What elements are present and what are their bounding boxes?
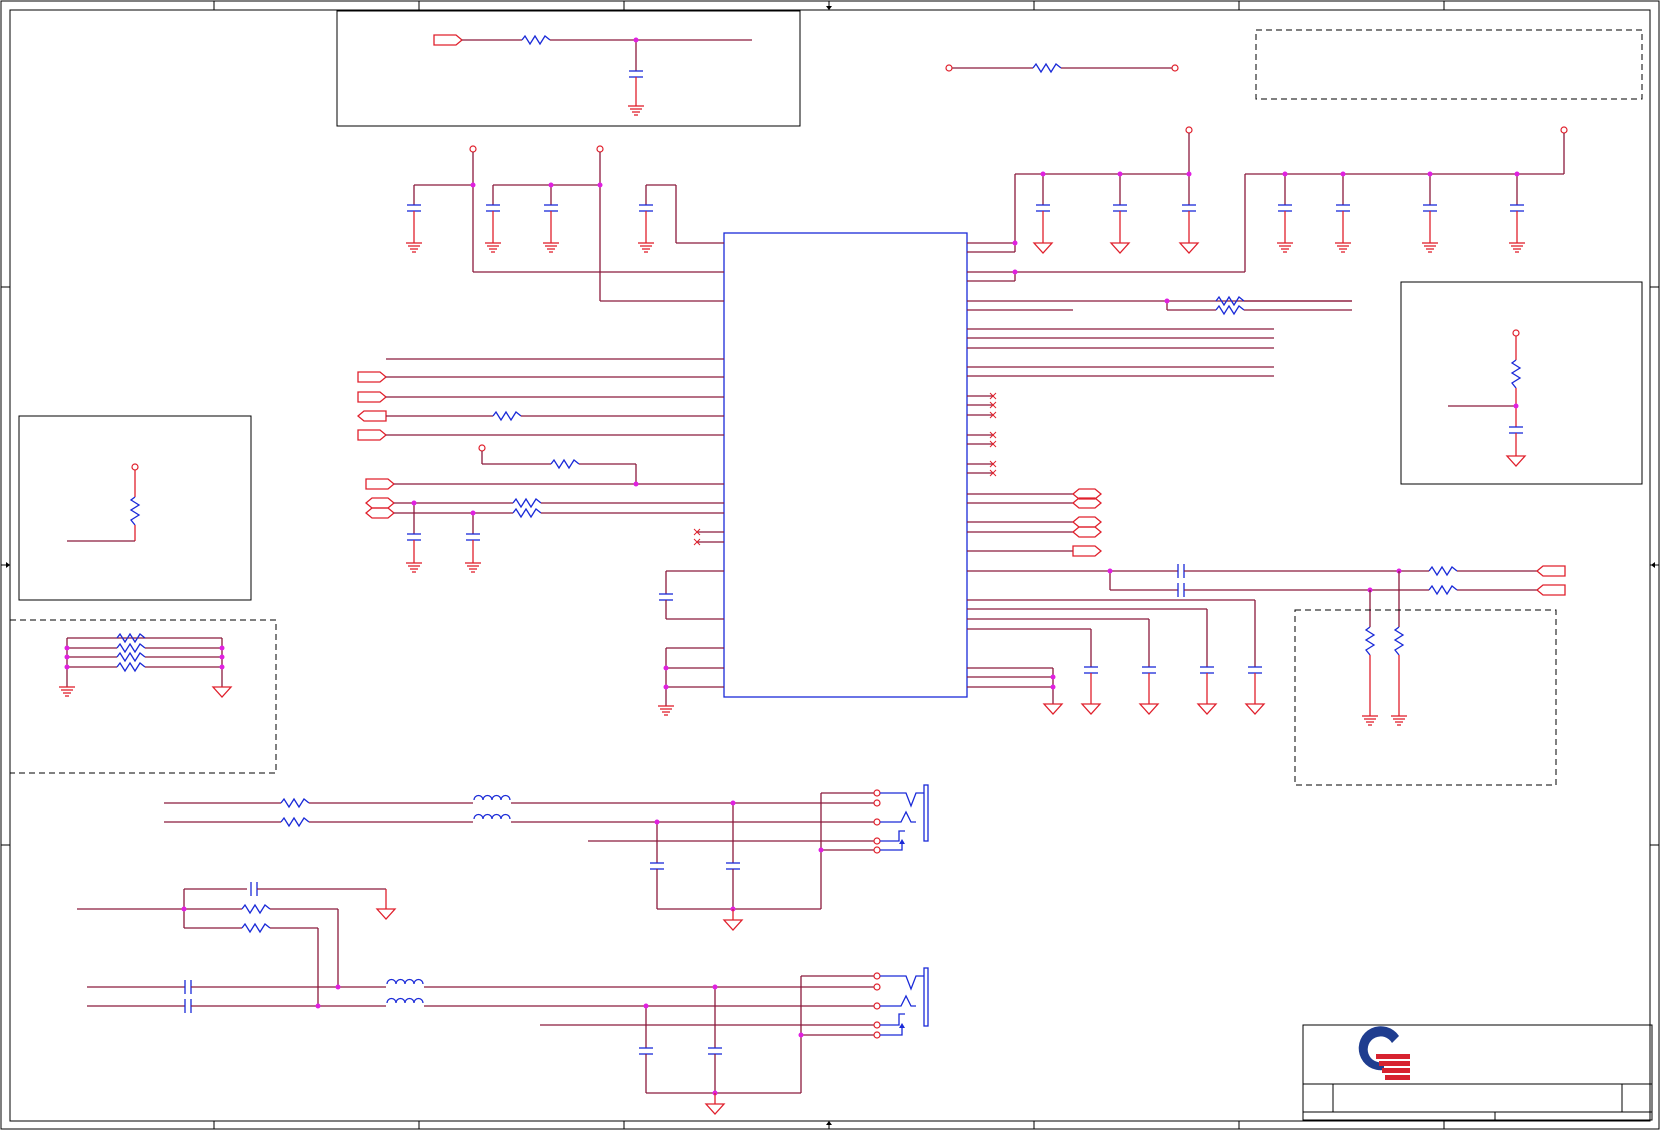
jumper-resistor [945,63,1179,73]
codec-ic [723,232,968,698]
audio-codec-schematic [0,0,1660,1130]
headphone-jack [873,784,929,854]
sheet-border [0,0,1660,1130]
note-area-top-right [1255,29,1643,100]
codec-left-signals [357,358,724,716]
mic-in-circuit [77,881,874,1115]
codec-right-signals [967,296,1566,726]
left-decoupling-caps [405,145,724,302]
input-rc-filter-box [336,10,801,127]
resistor-array-box [9,619,277,774]
mic-jack [873,967,929,1039]
company-q-logo-icon [1358,1026,1410,1080]
left-pullup-box [18,415,252,601]
title-block [1302,1024,1653,1121]
right-decoupling-caps [967,126,1568,282]
detect-pullup-box [1400,281,1643,485]
note-area-right [1294,609,1557,786]
